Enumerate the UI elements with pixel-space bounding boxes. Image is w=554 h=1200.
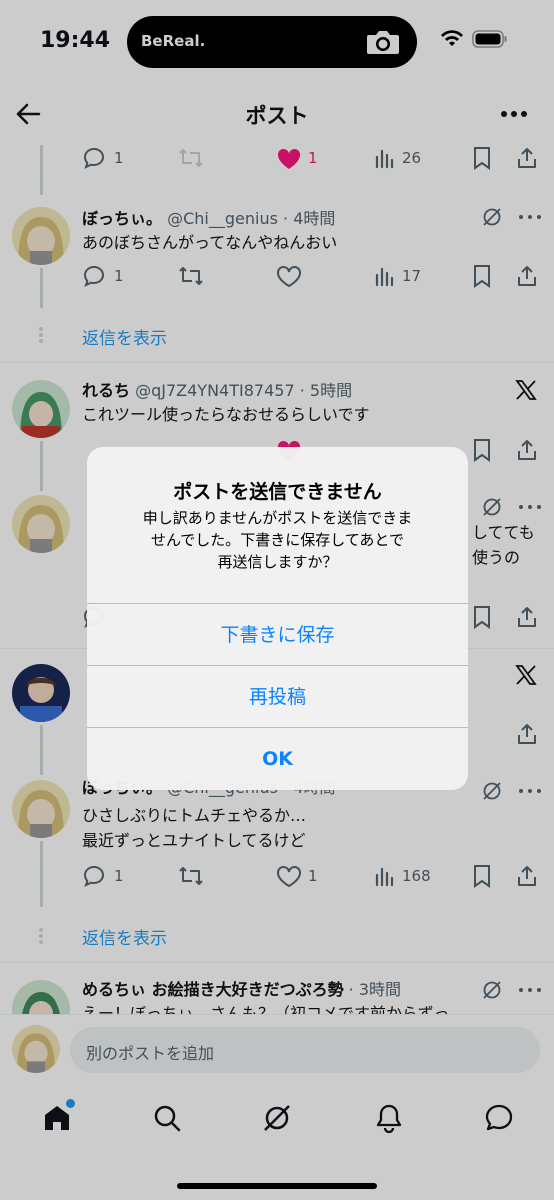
screen: 19:44 BeReal. ポスト 1 1 26 ぼっちぃ。 @Chi__gen…	[0, 0, 554, 1200]
repost-button[interactable]: 再投稿	[87, 665, 468, 728]
dialog-message-line: せんでした。下書きに保存してあとで	[151, 531, 404, 549]
alert-dialog: ポストを送信できません 申し訳ありませんがポストを送信できま せんでした。下書き…	[87, 447, 468, 790]
save-draft-button[interactable]: 下書きに保存	[87, 603, 468, 666]
dialog-title: ポストを送信できません	[173, 481, 382, 503]
dialog-message-line: 再送信しますか？	[217, 553, 338, 571]
dialog-message-line: 申し訳ありませんがポストを送信できま	[142, 509, 413, 527]
dialog-message: 申し訳ありませんがポストを送信できま せんでした。下書きに保存してあとで 再送信…	[107, 507, 448, 573]
ok-button[interactable]: OK	[87, 727, 468, 790]
